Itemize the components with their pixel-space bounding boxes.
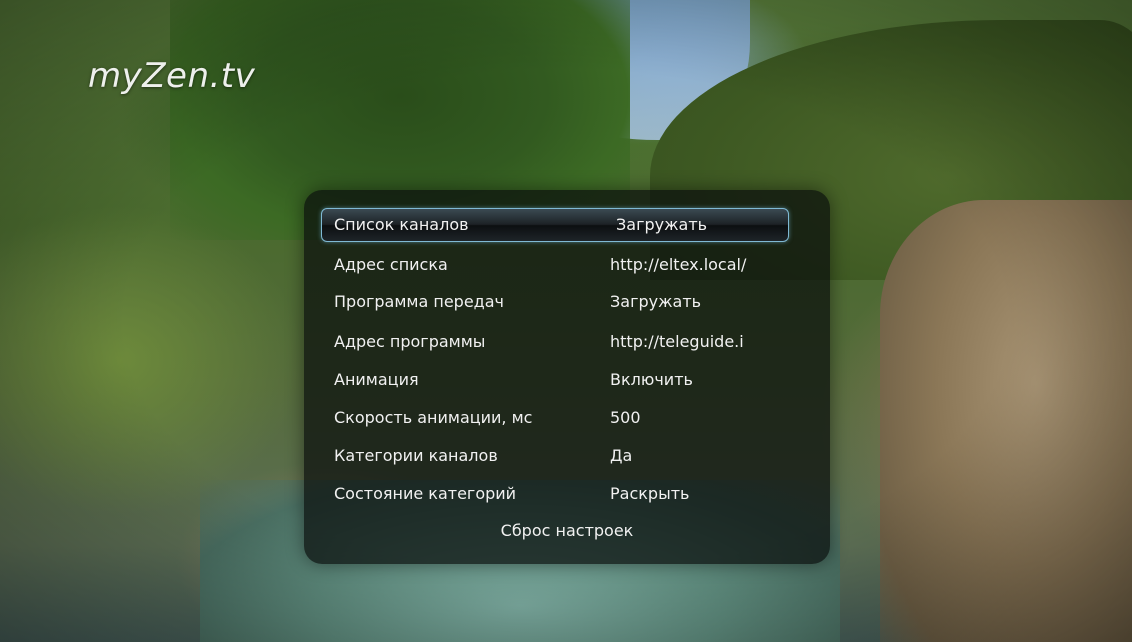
settings-panel: Список каналов Загружать Адрес списка ht… — [304, 190, 830, 564]
setting-value: Загружать — [610, 292, 702, 311]
setting-row-list-address[interactable]: Адрес списка http://eltex.local/ — [322, 247, 770, 283]
setting-row-channel-categories[interactable]: Категории каналов Да — [322, 438, 770, 474]
setting-label: Анимация — [334, 370, 419, 389]
setting-row-guide-address[interactable]: Адрес программы http://teleguide.i — [322, 324, 770, 360]
setting-label: Категории каналов — [334, 446, 498, 465]
setting-label: Скорость анимации, мс — [334, 408, 533, 427]
setting-value: http://teleguide.i — [610, 332, 744, 351]
setting-value: Загружать — [616, 215, 708, 234]
setting-label: Программа передач — [334, 292, 504, 311]
setting-label: Адрес программы — [334, 332, 486, 351]
setting-row-animation[interactable]: Анимация Включить — [322, 362, 770, 398]
setting-value: http://eltex.local/ — [610, 255, 747, 274]
setting-row-animation-speed[interactable]: Скорость анимации, мс 500 — [322, 400, 770, 436]
setting-row-channel-list[interactable]: Список каналов Загружать — [321, 208, 789, 242]
setting-value: 500 — [610, 408, 641, 427]
setting-row-tv-guide[interactable]: Программа передач Загружать — [322, 284, 770, 320]
app-logo: myZen.tv — [88, 56, 256, 96]
setting-value: Да — [610, 446, 633, 465]
tv-screen: myZen.tv Список каналов Загружать Адрес … — [0, 0, 1132, 642]
setting-value: Раскрыть — [610, 484, 690, 503]
setting-label: Адрес списка — [334, 255, 448, 274]
setting-label: Состояние категорий — [334, 484, 517, 503]
setting-value: Включить — [610, 370, 693, 389]
setting-label: Список каналов — [334, 215, 469, 234]
reset-settings-button[interactable]: Сброс настроек — [304, 513, 830, 549]
setting-row-category-state[interactable]: Состояние категорий Раскрыть — [322, 476, 770, 512]
